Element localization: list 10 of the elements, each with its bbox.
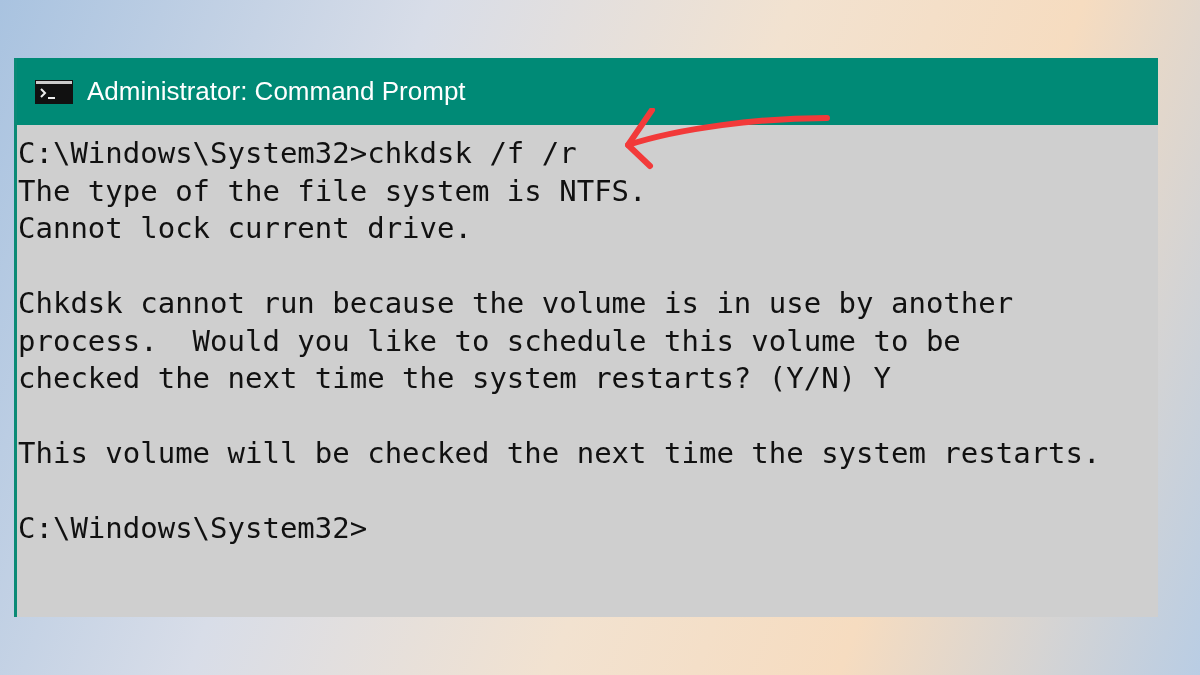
console-line: checked the next time the system restarts? (Y/N) Y (18, 360, 891, 397)
console-line: process. Would you like to schedule this volume to be (18, 322, 961, 360)
window-title: Administrator: Command Prompt (87, 76, 466, 107)
terminal-icon (35, 79, 73, 104)
console-line: Cannot lock current drive. (18, 210, 472, 247)
console-line: This volume will be checked the next time the system restarts. (18, 435, 1101, 472)
console-line: C:\Windows\System32>chkdsk /f /r (18, 135, 577, 172)
console-line: Chkdsk cannot run because the volume is in use by another (18, 285, 1014, 322)
console-line: The type of the file system is NTFS. (18, 172, 647, 210)
console-line: C:\Windows\System32> (18, 510, 368, 547)
